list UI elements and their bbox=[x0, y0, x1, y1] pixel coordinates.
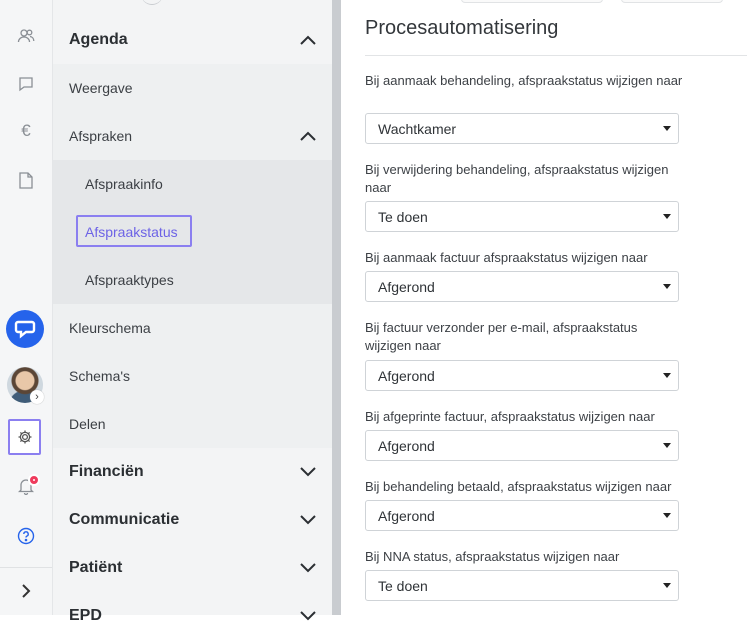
nav-item-weergave[interactable]: Weergave bbox=[53, 64, 332, 112]
gear-icon[interactable] bbox=[8, 419, 41, 455]
field-label: Bij aanmaak factuur afspraakstatus wijzi… bbox=[365, 250, 648, 265]
avatar-chevron-icon[interactable]: › bbox=[30, 390, 44, 404]
select-value: Afgerond bbox=[378, 437, 435, 454]
nav-section-label: Patiënt bbox=[69, 559, 123, 576]
field-label: Bij behandeling betaald, afspraakstatus … bbox=[365, 479, 672, 494]
select-value: Wachtkamer bbox=[378, 120, 457, 137]
status-select[interactable]: Afgerond bbox=[365, 360, 679, 391]
document-icon[interactable] bbox=[0, 162, 52, 198]
caret-down-icon bbox=[663, 583, 671, 588]
euro-icon[interactable]: € bbox=[0, 113, 52, 149]
settings-nav: Agenda Weergave Afspraken Afspraakinfo A… bbox=[53, 0, 332, 624]
chevron-down-icon bbox=[300, 515, 316, 525]
chat-bubble-icon[interactable] bbox=[0, 66, 52, 102]
nav-item-delen[interactable]: Delen bbox=[53, 400, 332, 448]
chat-logo-icon[interactable] bbox=[6, 310, 44, 348]
nav-section-label: Financiën bbox=[69, 463, 144, 480]
caret-down-icon bbox=[663, 513, 671, 518]
chevron-up-icon bbox=[300, 131, 316, 141]
nav-section-label: EPD bbox=[69, 607, 102, 624]
nav-item-schemas[interactable]: Schema's bbox=[53, 352, 332, 400]
rail-divider bbox=[0, 567, 52, 568]
nav-item-label: Afspraakinfo bbox=[85, 176, 163, 192]
status-select[interactable]: Te doen bbox=[365, 570, 679, 601]
nav-section-agenda[interactable]: Agenda bbox=[53, 16, 332, 64]
field-label: Bij aanmaak behandeling, afspraakstatus … bbox=[365, 73, 683, 88]
select-value: Te doen bbox=[378, 208, 428, 225]
nav-section-epd[interactable]: EPD bbox=[53, 592, 332, 640]
field-label: Bij afgeprinte factuur, afspraakstatus w… bbox=[365, 409, 655, 424]
nav-section-financien[interactable]: Financiën bbox=[53, 448, 332, 496]
top-tab[interactable] bbox=[461, 0, 603, 3]
caret-down-icon bbox=[663, 373, 671, 378]
select-value: Te doen bbox=[378, 577, 428, 594]
caret-down-icon bbox=[663, 126, 671, 131]
nav-item-label: Afspraaktypes bbox=[85, 272, 174, 288]
top-tab[interactable] bbox=[621, 0, 723, 3]
nav-subitem-afspraaktypes[interactable]: Afspraaktypes bbox=[53, 256, 332, 304]
field-label: Bij verwijdering behandeling, afspraakst… bbox=[365, 162, 669, 195]
status-select[interactable]: Wachtkamer bbox=[365, 113, 679, 144]
nav-item-label: Afspraken bbox=[69, 128, 133, 144]
status-select[interactable]: Te doen bbox=[365, 201, 679, 232]
nav-item-kleurschema[interactable]: Kleurschema bbox=[53, 304, 332, 352]
chevron-down-icon bbox=[300, 611, 316, 621]
select-value: Afgerond bbox=[378, 367, 435, 384]
nav-item-label: Schema's bbox=[69, 368, 131, 384]
active-item-highlight bbox=[76, 215, 192, 247]
page-title: Procesautomatisering bbox=[365, 17, 559, 39]
nav-item-afspraken[interactable]: Afspraken bbox=[53, 112, 332, 160]
status-select[interactable]: Afgerond bbox=[365, 430, 679, 461]
caret-down-icon bbox=[663, 443, 671, 448]
nav-scrollbar[interactable] bbox=[332, 0, 341, 615]
nav-section-patient[interactable]: Patiënt bbox=[53, 544, 332, 592]
expand-chevron-icon[interactable] bbox=[0, 573, 52, 609]
icon-rail: € › bbox=[0, 0, 53, 615]
users-icon[interactable] bbox=[0, 18, 52, 54]
chevron-up-icon bbox=[300, 35, 316, 45]
nav-item-label: Weergave bbox=[69, 80, 133, 96]
caret-down-icon bbox=[663, 284, 671, 289]
main-content: Procesautomatisering Bij aanmaak behande… bbox=[341, 0, 747, 615]
nav-top-edge bbox=[141, 0, 163, 5]
nav-section-communicatie[interactable]: Communicatie bbox=[53, 496, 332, 544]
nav-item-label: Delen bbox=[69, 416, 106, 432]
nav-subitem-afspraakinfo[interactable]: Afspraakinfo bbox=[53, 160, 332, 208]
nav-section-label: Communicatie bbox=[69, 511, 180, 528]
nav-item-label: Kleurschema bbox=[69, 320, 151, 336]
select-value: Afgerond bbox=[378, 278, 435, 295]
status-select[interactable]: Afgerond bbox=[365, 271, 679, 302]
caret-down-icon bbox=[663, 214, 671, 219]
chevron-down-icon bbox=[300, 563, 316, 573]
field-label: Bij factuur verzonder per e-mail, afspra… bbox=[365, 320, 638, 353]
field-label: Bij NNA status, afspraakstatus wijzigen … bbox=[365, 549, 620, 564]
status-select[interactable]: Afgerond bbox=[365, 500, 679, 531]
notification-badge bbox=[28, 474, 40, 486]
nav-section-label: Agenda bbox=[69, 31, 128, 48]
select-value: Afgerond bbox=[378, 507, 435, 524]
title-divider bbox=[365, 55, 747, 56]
bell-icon[interactable] bbox=[0, 468, 52, 504]
help-icon[interactable] bbox=[0, 518, 52, 554]
chevron-down-icon bbox=[300, 467, 316, 477]
